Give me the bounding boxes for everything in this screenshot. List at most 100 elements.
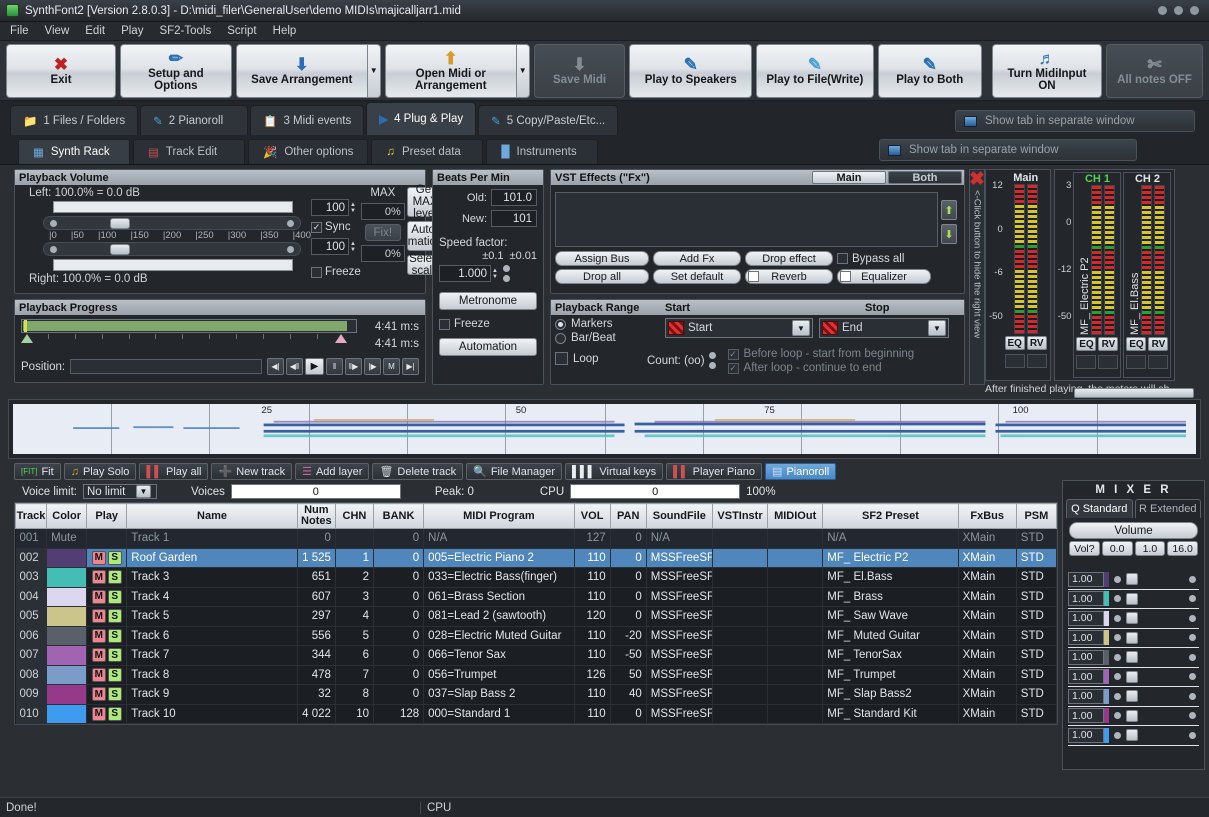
window-controls[interactable] xyxy=(1158,6,1203,15)
col-play[interactable]: Play xyxy=(86,503,128,529)
play-to-both-button[interactable]: ✎ Play to Both xyxy=(877,43,982,98)
setup-and-options-button[interactable]: ✏ Setup and Options xyxy=(119,43,232,98)
cell-bank[interactable]: 0 xyxy=(373,645,425,666)
mute-button[interactable]: M xyxy=(91,648,106,663)
mixer-strip-knob[interactable] xyxy=(1114,595,1121,603)
mute-button[interactable]: M xyxy=(91,628,106,643)
mixer-strip-value[interactable]: 1.00 xyxy=(1068,571,1104,587)
mute-button[interactable]: M xyxy=(91,550,106,565)
cell-soundfile[interactable]: MSSFreeSF2 GM.sf2 xyxy=(646,626,713,646)
barbeat-radio[interactable] xyxy=(555,332,566,344)
mixer-strip-knob[interactable] xyxy=(1114,614,1121,622)
barbeat-radio-row[interactable]: Bar/Beat xyxy=(555,332,659,344)
cell-vol[interactable]: 110 xyxy=(574,567,611,588)
mixer-strip-value[interactable]: 1.00 xyxy=(1068,630,1104,646)
cell-pan[interactable]: 0 xyxy=(610,528,647,549)
equalizer-checkbox[interactable] xyxy=(840,271,851,282)
cell-vstinstr[interactable] xyxy=(712,587,769,607)
cell-bank[interactable]: 0 xyxy=(373,665,425,685)
mixer-strip-pan-knob[interactable] xyxy=(1189,673,1196,681)
range-end-handle[interactable] xyxy=(335,334,347,343)
mixer-strip[interactable]: 1.00 xyxy=(1068,707,1199,726)
cell-sf2-preset[interactable]: MF_ El.Bass xyxy=(822,567,959,588)
cell-track[interactable]: 001 xyxy=(15,528,48,549)
play-to-file-button[interactable]: ✎ Play to File(Write) xyxy=(756,43,874,98)
tab-other-options[interactable]: 🎉 Other options xyxy=(248,139,369,164)
turn-midiinput-on-button[interactable]: ♬ Turn MidiInput ON xyxy=(991,43,1102,98)
cell-pan[interactable]: 0 xyxy=(610,704,647,724)
cell-num-notes[interactable]: 478 xyxy=(297,665,336,685)
drop-effect-button[interactable]: Drop effect xyxy=(745,251,833,266)
minimize-icon[interactable] xyxy=(1158,6,1167,15)
metronome-button[interactable]: Metronome xyxy=(439,292,537,310)
cell-sf2-preset[interactable]: MF_ Trumpet xyxy=(822,665,959,685)
cell-name[interactable]: Track 1 xyxy=(126,528,298,549)
cell-sf2-preset[interactable]: N/A xyxy=(822,528,959,549)
cell-color[interactable] xyxy=(46,567,88,588)
mute-button[interactable]: M xyxy=(91,706,106,721)
cell-pan[interactable]: 40 xyxy=(610,684,647,705)
cell-bank[interactable]: 0 xyxy=(373,587,425,607)
mixer-vol-16-button[interactable]: 16.0 xyxy=(1167,541,1198,556)
ch1-eq-slot[interactable] xyxy=(1076,355,1097,369)
end-button[interactable]: ▶| xyxy=(402,358,419,375)
cell-fxbus[interactable]: XMain xyxy=(958,528,1017,549)
cell-name[interactable]: Track 10 xyxy=(126,704,298,724)
mixer-strip-toggle[interactable] xyxy=(1126,631,1138,644)
col-name[interactable]: Name xyxy=(126,503,298,529)
mixer-vol-0-button[interactable]: 0.0 xyxy=(1101,541,1133,556)
cell-num-notes[interactable]: 32 xyxy=(297,684,336,705)
pause-button[interactable]: ‖ xyxy=(326,358,343,375)
menu-item-play[interactable]: Play xyxy=(121,25,143,37)
cell-sf2-preset[interactable]: MF_ Standard Kit xyxy=(822,704,959,724)
cell-num-notes[interactable]: 0 xyxy=(297,528,336,549)
vst-seg-both[interactable]: Both xyxy=(888,171,962,184)
cell-pan[interactable]: -50 xyxy=(610,645,647,666)
play-all-button[interactable]: ▌▌ Play all xyxy=(139,463,209,480)
cell-name[interactable]: Track 8 xyxy=(126,665,298,685)
cell-midi-program[interactable]: 033=Electric Bass(finger) xyxy=(423,567,575,588)
col-vol[interactable]: VOL xyxy=(573,503,611,529)
cell-soundfile[interactable]: MSSFreeSF2 GM.sf2 xyxy=(646,684,713,705)
solo-button[interactable]: S xyxy=(107,687,122,702)
mixer-strip-pan-knob[interactable] xyxy=(1189,712,1196,720)
cell-bank[interactable]: 0 xyxy=(373,528,425,549)
cell-chn[interactable]: 8 xyxy=(335,684,375,705)
step-back-button[interactable]: ◀| xyxy=(267,358,284,375)
play-button[interactable]: ▶ xyxy=(305,358,324,375)
mixer-strip-toggle[interactable] xyxy=(1126,709,1138,722)
cell-fxbus[interactable]: XMain xyxy=(958,684,1017,705)
mixer-strip-knob[interactable] xyxy=(1114,575,1121,583)
cell-soundfile[interactable]: N/A xyxy=(646,528,713,549)
cell-soundfile[interactable]: MSSFreeSF2 GM.sf2 xyxy=(646,567,713,588)
new-track-button[interactable]: ➕ New track xyxy=(211,463,293,480)
mixer-strip-pan-knob[interactable] xyxy=(1189,634,1196,642)
progress-bar[interactable] xyxy=(21,319,357,333)
cell-name[interactable]: Track 7 xyxy=(126,645,298,666)
cell-pan[interactable]: 0 xyxy=(610,587,647,607)
mixer-strip-pan-knob[interactable] xyxy=(1189,692,1196,700)
mixer-strip-knob[interactable] xyxy=(1114,692,1121,700)
cell-fxbus[interactable]: XMain xyxy=(958,587,1017,607)
cell-vol[interactable]: 110 xyxy=(574,704,611,724)
col-track[interactable]: Track xyxy=(14,503,48,529)
cell-fxbus[interactable]: XMain xyxy=(958,704,1017,724)
cell-soundfile[interactable]: MSSFreeSF2 GM.sf2 xyxy=(646,548,713,568)
table-row[interactable]: 003 M S Track 3 651 2 0 033=Electric Bass(finge… xyxy=(15,567,1058,588)
cell-soundfile[interactable]: MSSFreeSF2 GM.sf2 xyxy=(646,587,713,607)
cell-track[interactable]: 006 xyxy=(15,626,48,646)
right-slider-knob[interactable] xyxy=(110,244,130,255)
main-eq-slot[interactable] xyxy=(1004,354,1025,368)
cell-name[interactable]: Track 5 xyxy=(126,606,298,627)
cell-track[interactable]: 005 xyxy=(15,606,48,627)
arrow-down-icon[interactable]: ⬇ xyxy=(941,224,957,244)
table-row[interactable]: 001 Mute Track 1 0 0 N/A 127 0 N/A N/A XMain STD xyxy=(15,528,1058,549)
cell-chn[interactable] xyxy=(335,528,375,549)
loop-count-dots[interactable] xyxy=(708,352,716,369)
range-start-combo[interactable]: Start ▼ xyxy=(665,318,813,338)
cell-chn[interactable]: 4 xyxy=(335,606,375,627)
cell-play[interactable]: MS xyxy=(86,567,128,588)
cell-psm[interactable]: STD xyxy=(1016,626,1058,646)
cell-color[interactable] xyxy=(46,645,88,666)
position-field[interactable] xyxy=(70,359,262,374)
